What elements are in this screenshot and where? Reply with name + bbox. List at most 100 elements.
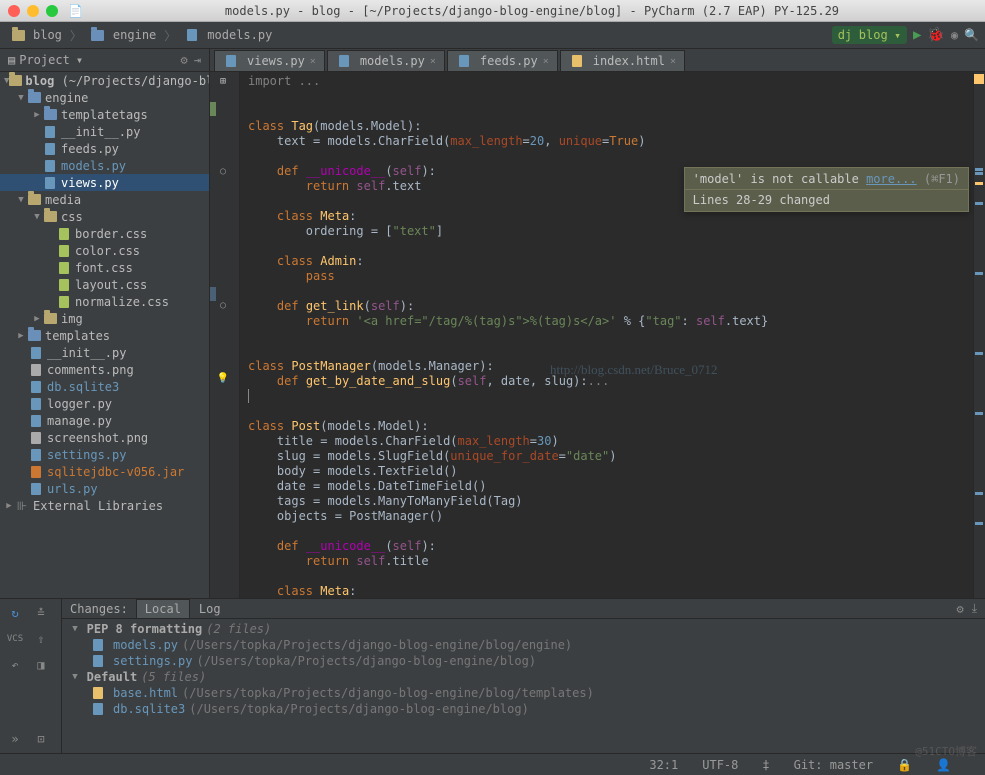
tree-file-jar[interactable]: sqlitejdbc-v056.jar [0, 463, 209, 480]
settings-icon[interactable]: ⚙ [956, 602, 963, 616]
tree-file-normalize-css[interactable]: normalize.css [0, 293, 209, 310]
intention-bulb-icon[interactable]: 💡 [216, 371, 230, 385]
method-override-icon[interactable]: ○ [216, 164, 230, 178]
breadcrumb-item-engine[interactable]: engine [86, 26, 160, 44]
database-file-icon [28, 381, 44, 393]
error-stripe[interactable] [973, 72, 985, 598]
tree-file-logger[interactable]: logger.py [0, 395, 209, 412]
window-title: models.py - blog - [~/Projects/django-bl… [87, 4, 977, 18]
tree-file-settings[interactable]: settings.py [0, 446, 209, 463]
collapse-icon[interactable]: ⇥ [194, 53, 201, 67]
file-icon: 📄 [68, 4, 83, 18]
minimize-window-button[interactable] [27, 5, 39, 17]
tree-file-feeds[interactable]: feeds.py [0, 140, 209, 157]
tree-file-font-css[interactable]: font.css [0, 259, 209, 276]
tooltip-more-link[interactable]: more... [866, 172, 917, 186]
tree-file-comments[interactable]: comments.png [0, 361, 209, 378]
tree-external-libraries[interactable]: ▶⊪External Libraries [0, 497, 209, 514]
git-branch[interactable]: Git: master [794, 758, 873, 772]
close-tab-icon[interactable]: × [310, 56, 316, 67]
tab-feeds[interactable]: feeds.py× [447, 50, 558, 71]
code-content[interactable]: import ... class Tag(models.Model): text… [240, 72, 973, 598]
change-item[interactable]: base.html (/Users/topka/Projects/django-… [62, 685, 985, 701]
tree-folder-engine[interactable]: ▼engine [0, 89, 209, 106]
breadcrumb-item-blog[interactable]: blog [6, 26, 66, 44]
tree-file-db[interactable]: db.sqlite3 [0, 378, 209, 395]
changes-panel: ↻ ≛ VCS ⇧ ↶ ◨ » ⊡ Changes: Local Log ⚙ ⤓… [0, 598, 985, 753]
changes-list[interactable]: ▼ PEP 8 formatting(2 files) models.py (/… [62, 619, 985, 753]
tree-folder-img[interactable]: ▶img [0, 310, 209, 327]
expand-button[interactable]: ⊡ [30, 729, 52, 749]
file-encoding[interactable]: UTF-8 [702, 758, 738, 772]
close-tab-icon[interactable]: × [430, 56, 436, 67]
project-sidebar: ▤ Project ▾ ⚙ ⇥ ▼blog (~/Projects/django… [0, 49, 210, 598]
changes-tab-local[interactable]: Local [136, 599, 190, 619]
tree-folder-templatetags[interactable]: ▶templatetags [0, 106, 209, 123]
folder-icon [42, 109, 58, 120]
more-button[interactable]: » [4, 729, 26, 749]
change-group-pep8[interactable]: ▼ PEP 8 formatting(2 files) [62, 621, 985, 637]
tab-views[interactable]: views.py× [214, 50, 325, 71]
tree-file-layout-css[interactable]: layout.css [0, 276, 209, 293]
css-file-icon [56, 296, 72, 308]
tree-file-models[interactable]: models.py [0, 157, 209, 174]
tree-file-color-css[interactable]: color.css [0, 242, 209, 259]
readonly-lock-icon[interactable]: 🔒 [897, 758, 912, 772]
tree-file-manage[interactable]: manage.py [0, 412, 209, 429]
tab-models[interactable]: models.py× [327, 50, 445, 71]
editor-gutter[interactable]: ⊞ ○ ○ 💡 [210, 72, 240, 598]
diff-button[interactable]: ◨ [30, 655, 52, 675]
change-item[interactable]: settings.py (/Users/topka/Projects/djang… [62, 653, 985, 669]
jar-file-icon [28, 466, 44, 478]
tree-file-screenshot[interactable]: screenshot.png [0, 429, 209, 446]
python-file-icon [42, 177, 58, 189]
tree-file-urls[interactable]: urls.py [0, 480, 209, 497]
hector-icon[interactable]: 👤 [936, 758, 951, 772]
python-file-icon [28, 347, 44, 359]
method-override-icon[interactable]: ○ [216, 298, 230, 312]
tree-folder-media[interactable]: ▼media [0, 191, 209, 208]
fold-icon[interactable]: ⊞ [216, 74, 230, 88]
line-separator[interactable]: ‡ [762, 758, 769, 772]
css-file-icon [56, 262, 72, 274]
change-item[interactable]: db.sqlite3 (/Users/topka/Projects/django… [62, 701, 985, 717]
search-button[interactable]: 🔍 [964, 28, 979, 42]
tree-file-border-css[interactable]: border.css [0, 225, 209, 242]
code-editor[interactable]: ⊞ ○ ○ 💡 import ... class Tag(models.Mode… [210, 72, 985, 598]
run-button[interactable]: ▶ [913, 27, 921, 43]
project-tree[interactable]: ▼blog (~/Projects/django-blo ▼engine ▶te… [0, 72, 209, 598]
folder-icon [26, 330, 42, 341]
coverage-button[interactable]: ◉ [951, 28, 958, 42]
main-area: ▤ Project ▾ ⚙ ⇥ ▼blog (~/Projects/django… [0, 49, 985, 598]
library-icon: ⊪ [14, 499, 30, 513]
debug-button[interactable]: 🐞 [927, 27, 944, 43]
tree-folder-templates[interactable]: ▶templates [0, 327, 209, 344]
analysis-indicator[interactable] [974, 74, 984, 84]
cursor-position[interactable]: 32:1 [649, 758, 678, 772]
breadcrumb-item-models[interactable]: models.py [180, 26, 276, 44]
tree-file-init[interactable]: __init__.py [0, 123, 209, 140]
add-button[interactable]: ≛ [30, 603, 52, 623]
folder-icon [90, 30, 106, 41]
commit-button[interactable]: ⇧ [30, 629, 52, 649]
folder-icon [10, 30, 26, 41]
tree-folder-css[interactable]: ▼css [0, 208, 209, 225]
change-group-default[interactable]: ▼ Default(5 files) [62, 669, 985, 685]
close-tab-icon[interactable]: × [543, 56, 549, 67]
tree-file-init2[interactable]: __init__.py [0, 344, 209, 361]
folder-icon [9, 75, 22, 86]
tree-root[interactable]: ▼blog (~/Projects/django-blo [0, 72, 209, 89]
close-window-button[interactable] [8, 5, 20, 17]
changes-tab-log[interactable]: Log [190, 599, 230, 619]
zoom-window-button[interactable] [46, 5, 58, 17]
change-item[interactable]: models.py (/Users/topka/Projects/django-… [62, 637, 985, 653]
refresh-button[interactable]: ↻ [4, 603, 26, 623]
tree-file-views[interactable]: views.py [0, 174, 209, 191]
run-config-selector[interactable]: dj blog ▾ [832, 26, 907, 44]
rollback-button[interactable]: ↶ [4, 655, 26, 675]
project-panel-header[interactable]: ▤ Project ▾ ⚙ ⇥ [0, 49, 209, 72]
settings-icon[interactable]: ⚙ [181, 53, 188, 67]
tab-index[interactable]: index.html× [560, 50, 685, 71]
hide-panel-icon[interactable]: ⤓ [972, 601, 977, 616]
close-tab-icon[interactable]: × [670, 56, 676, 67]
